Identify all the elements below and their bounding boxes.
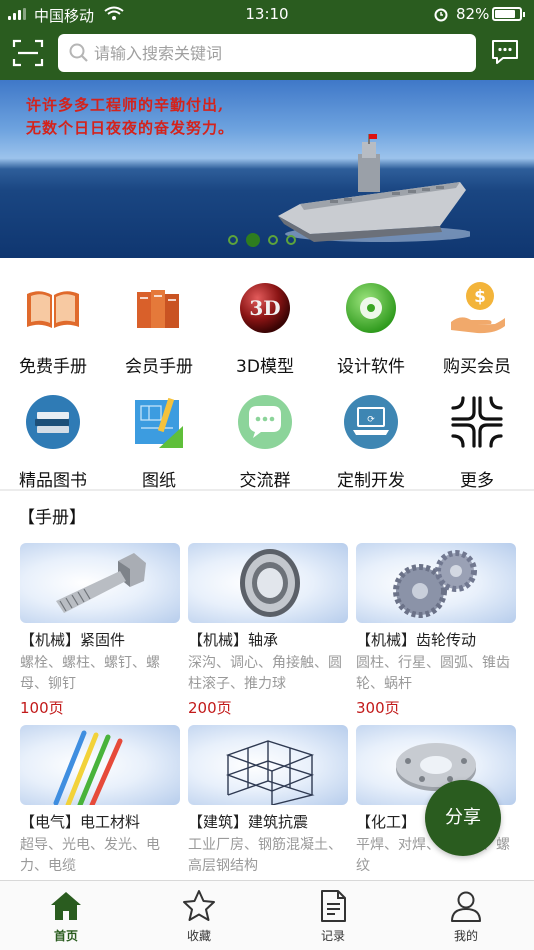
message-icon[interactable]	[490, 38, 520, 66]
card-title: 【机械】轴承	[188, 631, 279, 649]
entry-label: 3D模型	[236, 357, 294, 377]
card-title: 【机械】齿轮传动	[356, 631, 477, 649]
battery-icon	[492, 7, 525, 21]
gears-icon	[393, 550, 477, 618]
aircraft-carrier-image	[278, 134, 470, 242]
card-title: 【建筑】建筑抗震	[188, 813, 309, 831]
svg-text:⟳: ⟳	[367, 415, 375, 425]
3d-icon: 3D	[240, 283, 290, 333]
search-bar[interactable]	[58, 34, 476, 72]
tab-home[interactable]: 首页	[13, 881, 119, 950]
user-icon	[451, 891, 481, 922]
carousel-dot[interactable]	[228, 235, 238, 245]
bearing-icon	[240, 549, 300, 617]
card-page-count: 200页	[188, 699, 232, 717]
more-knot-icon	[451, 396, 503, 448]
tab-label: 记录	[320, 929, 345, 943]
manual-card-fasteners[interactable]: 【机械】紧固件 螺栓、螺柱、螺钉、螺母、铆钉 100页	[20, 543, 180, 717]
card-description: 超导、光电、发光、电力、电缆	[20, 837, 160, 874]
carousel-dot-active[interactable]	[246, 233, 260, 247]
share-button[interactable]: 分享	[425, 780, 501, 856]
tab-label: 首页	[53, 929, 78, 943]
search-icon	[69, 43, 88, 62]
card-thumbnail	[188, 543, 348, 623]
battery-percent: 82%	[456, 5, 490, 23]
dollar-hand-icon: $	[451, 282, 505, 334]
entry-custom-dev[interactable]: ⟳ 定制开发	[318, 392, 424, 492]
header: 中国移动 13:10 82%	[0, 0, 534, 80]
entry-label: 购买会员	[443, 357, 511, 377]
svg-text:$: $	[474, 287, 486, 307]
manual-card-bearings[interactable]: 【机械】轴承 深沟、调心、角接触、圆柱滚子、推力球 200页	[188, 543, 348, 717]
manual-card-seismic[interactable]: 【建筑】建筑抗震 工业厂房、钢筋混凝土、高层钢结构	[188, 725, 348, 875]
disc-icon	[346, 283, 396, 333]
entry-member-manual[interactable]: 会员手册	[106, 278, 212, 378]
entry-label: 免费手册	[19, 357, 87, 377]
entry-design-software[interactable]: 设计软件	[318, 278, 424, 378]
chat-bubble-icon	[238, 395, 292, 449]
entry-buy-membership[interactable]: $ 购买会员	[424, 278, 530, 378]
entry-label: 更多	[460, 471, 494, 491]
status-bar: 中国移动 13:10 82%	[0, 0, 534, 28]
entry-label: 交流群	[239, 471, 291, 491]
card-thumbnail	[20, 543, 180, 623]
wires-icon	[53, 730, 123, 805]
tab-mine[interactable]: 我的	[413, 881, 519, 950]
card-title: 【电气】电工材料	[20, 813, 141, 831]
card-title: 【化工】	[356, 813, 417, 831]
entry-drawings[interactable]: 图纸	[106, 392, 212, 492]
blueprint-icon	[135, 397, 183, 448]
card-page-count: 100页	[20, 699, 64, 717]
bolt-icon	[56, 553, 146, 613]
alarm-icon	[434, 8, 448, 22]
book-stack-icon	[26, 395, 80, 449]
svg-text:3D: 3D	[249, 296, 280, 320]
card-description: 工业厂房、钢筋混凝土、高层钢结构	[188, 837, 342, 874]
card-description: 深沟、调心、角接触、圆柱滚子、推力球	[188, 655, 342, 692]
card-description: 螺栓、螺柱、螺钉、螺母、铆钉	[20, 655, 160, 692]
home-icon	[51, 892, 81, 920]
books-icon	[137, 290, 179, 328]
entry-label: 定制开发	[337, 471, 405, 491]
manual-card-electrical[interactable]: 【电气】电工材料 超导、光电、发光、电力、电缆	[20, 725, 180, 875]
open-book-icon	[27, 291, 79, 328]
entry-featured-books[interactable]: 精品图书	[0, 392, 106, 492]
entry-3d-model[interactable]: 3D 3D模型	[212, 278, 318, 378]
entry-label: 设计软件	[337, 357, 405, 377]
carousel-dot[interactable]	[268, 235, 278, 245]
tab-favorites[interactable]: 收藏	[146, 881, 252, 950]
search-input[interactable]	[94, 34, 464, 72]
entry-label: 图纸	[142, 471, 176, 491]
card-description: 圆柱、行星、圆弧、锥齿轮、蜗杆	[356, 655, 510, 692]
bottom-tab-bar: 首页 收藏 记录 我的	[0, 880, 534, 950]
entry-label: 会员手册	[125, 357, 193, 377]
banner-line-2: 无数个日日夜夜的奋发努力。	[26, 119, 235, 137]
tab-records[interactable]: 记录	[280, 881, 386, 950]
entry-chat-group[interactable]: 交流群	[212, 392, 318, 492]
entry-label: 精品图书	[19, 471, 87, 491]
entry-more[interactable]: 更多	[424, 392, 530, 492]
tab-label: 收藏	[186, 929, 211, 943]
tab-label: 我的	[453, 929, 478, 943]
laptop-icon: ⟳	[344, 395, 398, 449]
divider	[0, 489, 534, 491]
card-thumbnail	[188, 725, 348, 805]
section-title-manuals: 【手册】	[18, 508, 86, 528]
carousel-indicators	[228, 232, 296, 248]
scan-icon[interactable]	[12, 38, 44, 68]
card-thumbnail	[356, 543, 516, 623]
star-icon	[183, 890, 215, 921]
steel-frame-icon	[225, 740, 315, 805]
entry-free-manual[interactable]: 免费手册	[0, 278, 106, 378]
card-title: 【机械】紧固件	[20, 631, 126, 649]
banner-carousel[interactable]: 许许多多工程师的辛勤付出, 无数个日日夜夜的奋发努力。	[0, 80, 534, 258]
manual-card-gears[interactable]: 【机械】齿轮传动 圆柱、行星、圆弧、锥齿轮、蜗杆 300页	[356, 543, 516, 717]
carousel-dot[interactable]	[286, 235, 296, 245]
banner-line-1: 许许多多工程师的辛勤付出,	[26, 96, 225, 114]
card-thumbnail	[20, 725, 180, 805]
status-time: 13:10	[245, 5, 289, 23]
card-page-count: 300页	[356, 699, 400, 717]
document-icon	[321, 890, 346, 922]
